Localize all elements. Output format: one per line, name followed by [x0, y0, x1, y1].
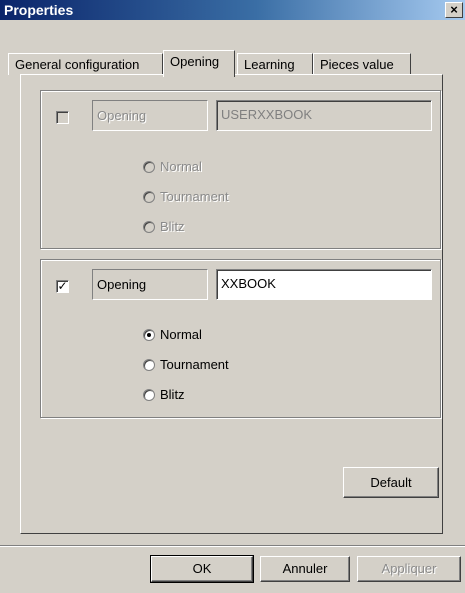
tab-label: Pieces value [320, 57, 394, 72]
radio-label: Normal [160, 159, 202, 174]
radio-selected-dot [147, 333, 151, 337]
opening-1-checkbox[interactable] [56, 111, 69, 124]
tab-learning[interactable]: Learning [237, 53, 313, 75]
radio-button[interactable] [143, 329, 155, 341]
tab-label: General configuration [15, 57, 140, 72]
opening-2-checkbox[interactable]: ✓ [56, 280, 69, 293]
radio-button[interactable] [143, 389, 155, 401]
ok-button[interactable]: OK [150, 555, 254, 583]
opening-2-label: Opening [92, 269, 208, 300]
opening-1-book-field[interactable]: USERXXBOOK [216, 100, 432, 131]
apply-button[interactable]: Appliquer [357, 556, 461, 582]
cancel-button[interactable]: Annuler [260, 556, 350, 582]
tab-pieces-value[interactable]: Pieces value [313, 53, 411, 75]
window-title: Properties [4, 2, 74, 18]
default-button[interactable]: Default [343, 467, 439, 498]
radio-label: Blitz [160, 387, 185, 402]
tab-label: Opening [170, 54, 220, 69]
bottom-separator [0, 545, 465, 547]
radio-button[interactable] [143, 221, 155, 233]
radio-label: Tournament [160, 189, 229, 204]
radio-button[interactable] [143, 359, 155, 371]
radio-button[interactable] [143, 191, 155, 203]
title-bar: Properties × [0, 0, 465, 20]
close-button[interactable]: × [445, 2, 463, 18]
tab-opening[interactable]: Opening [163, 50, 235, 77]
radio-label: Tournament [160, 357, 229, 372]
radio-button[interactable] [143, 161, 155, 173]
close-icon: × [450, 2, 458, 17]
tab-label: Learning [244, 57, 295, 72]
opening-2-book-field[interactable]: XXBOOK [216, 269, 432, 300]
radio-label: Blitz [160, 219, 185, 234]
opening-1-label: Opening [92, 100, 208, 131]
check-mark-icon: ✓ [57, 279, 68, 293]
radio-label: Normal [160, 327, 202, 342]
tab-general-configuration[interactable]: General configuration [8, 53, 163, 75]
